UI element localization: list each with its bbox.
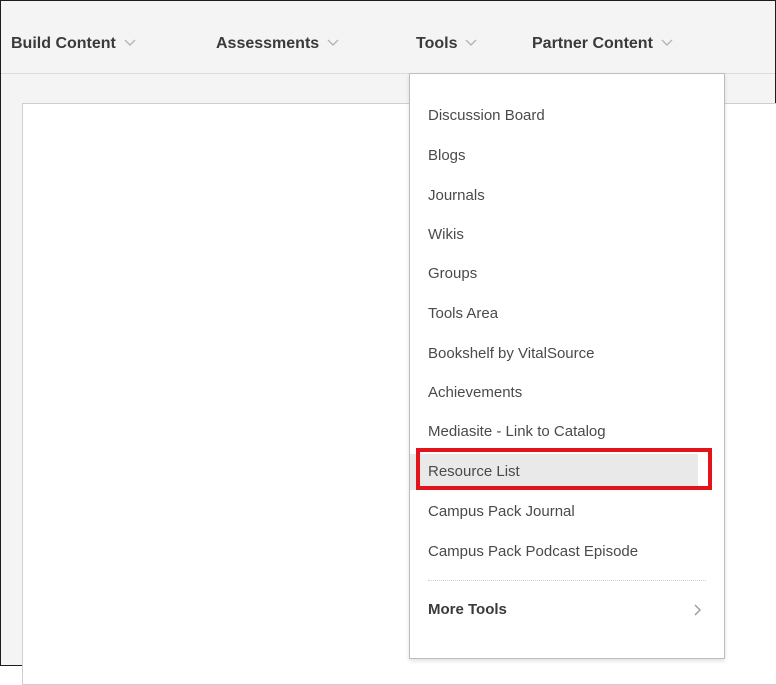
menu-item-resource-list[interactable]: Resource List xyxy=(410,454,698,490)
menu-item-bookshelf-by-vitalsource[interactable]: Bookshelf by VitalSource xyxy=(410,336,698,372)
menu-item-campus-pack-journal[interactable]: Campus Pack Journal xyxy=(410,494,698,530)
menu-item-mediasite-link-to-catalog[interactable]: Mediasite - Link to Catalog xyxy=(410,414,698,450)
content-toolbar: Build Content Assessments Tools Partner … xyxy=(1,1,775,74)
assessments-menu-button[interactable]: Assessments xyxy=(216,31,341,57)
menu-divider xyxy=(428,580,706,581)
more-tools-item[interactable]: More Tools xyxy=(428,592,706,628)
partner-content-menu-button[interactable]: Partner Content xyxy=(532,31,675,57)
build-content-label: Build Content xyxy=(11,35,116,52)
assessments-label: Assessments xyxy=(216,35,320,52)
more-tools-label: More Tools xyxy=(428,601,507,618)
tools-label: Tools xyxy=(416,35,458,52)
menu-item-tools-area[interactable]: Tools Area xyxy=(410,296,698,332)
build-content-menu-button[interactable]: Build Content xyxy=(11,31,138,57)
menu-item-blogs[interactable]: Blogs xyxy=(410,138,698,174)
partner-content-label: Partner Content xyxy=(532,35,653,52)
chevron-down-icon xyxy=(124,39,136,46)
menu-item-campus-pack-podcast-episode[interactable]: Campus Pack Podcast Episode xyxy=(410,534,698,570)
menu-item-discussion-board[interactable]: Discussion Board xyxy=(410,98,698,134)
window-frame: Build Content Assessments Tools Partner … xyxy=(0,0,776,685)
menu-item-groups[interactable]: Groups xyxy=(410,256,698,292)
chevron-down-icon xyxy=(327,39,339,46)
tools-dropdown-menu: Discussion Board Blogs Journals Wikis Gr… xyxy=(409,73,725,659)
menu-item-wikis[interactable]: Wikis xyxy=(410,217,698,253)
menu-item-achievements[interactable]: Achievements xyxy=(410,375,698,411)
tools-menu-button[interactable]: Tools xyxy=(416,31,479,57)
menu-item-journals[interactable]: Journals xyxy=(410,178,698,214)
chevron-down-icon xyxy=(661,39,673,46)
chevron-down-icon xyxy=(465,39,477,46)
chevron-right-icon xyxy=(694,604,701,616)
